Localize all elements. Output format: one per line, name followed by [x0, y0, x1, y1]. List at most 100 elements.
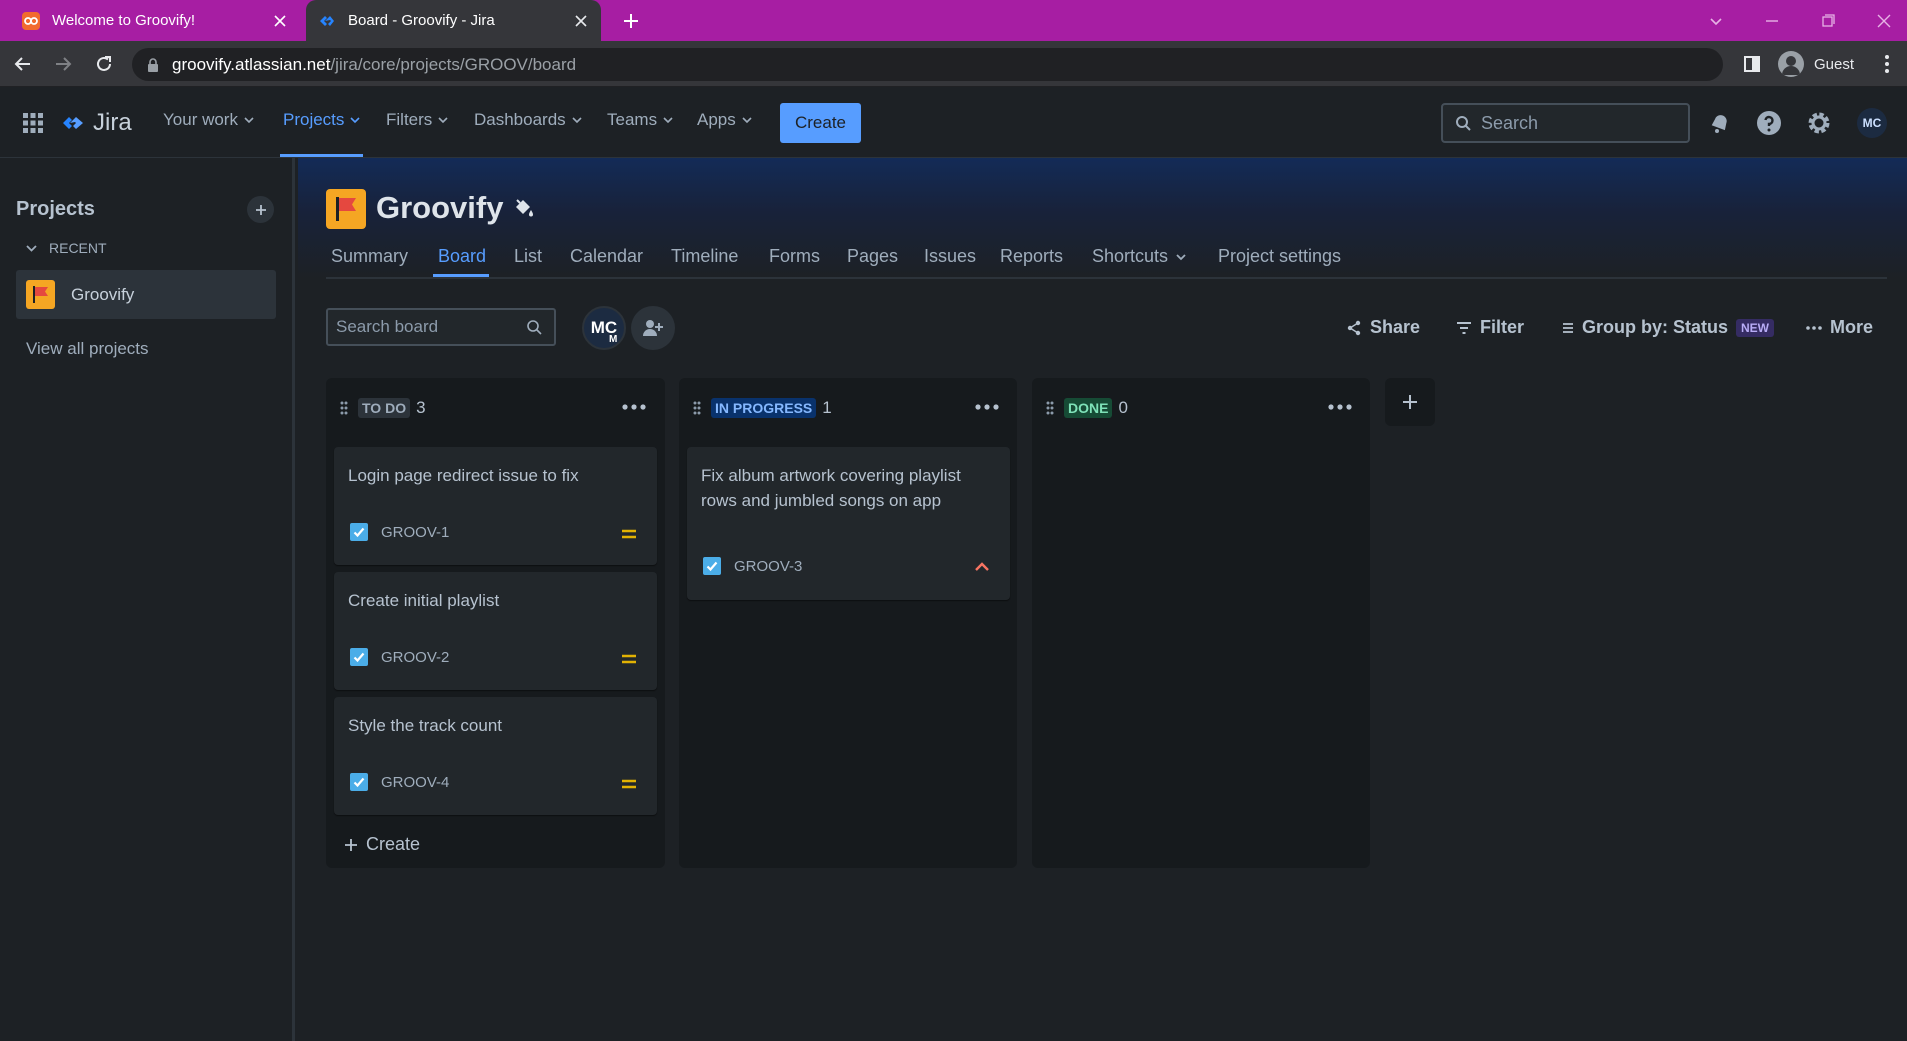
tab-board[interactable]: Board — [438, 246, 486, 267]
tab-forms[interactable]: Forms — [769, 246, 820, 267]
project-flag-icon — [26, 280, 55, 309]
create-button[interactable]: Create — [780, 103, 861, 143]
sidebar-item-groovify[interactable]: Groovify — [16, 270, 276, 319]
jira-logo[interactable]: Jira — [61, 109, 132, 137]
tab-project-settings[interactable]: Project settings — [1218, 246, 1341, 267]
nav-apps[interactable]: Apps — [697, 110, 752, 130]
browser-tab-welcome[interactable]: Welcome to Groovify! — [10, 0, 300, 41]
nav-filters[interactable]: Filters — [386, 110, 448, 130]
drag-handle-icon[interactable] — [340, 401, 348, 415]
task-type-icon — [703, 557, 721, 575]
nav-dashboards[interactable]: Dashboards — [474, 110, 582, 130]
chevron-down-icon — [663, 117, 673, 124]
nav-projects[interactable]: Projects — [283, 110, 360, 130]
search-icon — [1456, 116, 1471, 131]
column-menu-icon[interactable] — [622, 404, 646, 410]
board-search-placeholder: Search board — [336, 317, 439, 336]
board-search-input[interactable]: Search board — [326, 308, 556, 346]
tab-summary[interactable]: Summary — [331, 246, 408, 267]
column-count: 1 — [822, 398, 832, 417]
filter-icon — [1457, 321, 1471, 334]
close-window-icon[interactable] — [1871, 8, 1897, 34]
column-header[interactable]: DONE 0 — [1046, 398, 1128, 418]
chevron-down-icon — [742, 117, 752, 124]
app-switcher-icon[interactable] — [22, 112, 44, 134]
filter-button[interactable]: Filter — [1456, 317, 1524, 338]
view-all-projects-link[interactable]: View all projects — [26, 339, 149, 359]
nav-label: Apps — [697, 110, 736, 129]
issue-card[interactable]: Create initial playlist GROOV-2 — [334, 572, 657, 690]
lock-icon[interactable] — [147, 57, 159, 72]
back-icon[interactable] — [10, 51, 36, 77]
plus-icon — [345, 838, 357, 851]
tab-title: Welcome to Groovify! — [52, 12, 196, 29]
restore-icon[interactable] — [1815, 8, 1841, 34]
chevron-down-icon — [26, 245, 37, 252]
help-icon[interactable] — [1755, 109, 1783, 137]
close-tab-icon[interactable] — [573, 13, 589, 29]
share-button[interactable]: Share — [1346, 317, 1420, 338]
user-avatar[interactable]: MC — [1857, 108, 1887, 138]
settings-gear-icon[interactable] — [1805, 109, 1833, 137]
more-button[interactable]: More — [1806, 317, 1873, 338]
paint-bucket-icon[interactable] — [512, 197, 534, 219]
task-type-icon — [350, 773, 368, 791]
forward-icon[interactable] — [50, 51, 76, 77]
add-people-button[interactable] — [631, 306, 675, 350]
column-count: 3 — [416, 398, 426, 417]
tab-calendar[interactable]: Calendar — [570, 246, 643, 267]
column-header[interactable]: IN PROGRESS 1 — [693, 398, 832, 418]
assignee-avatar[interactable]: MC — [582, 306, 626, 350]
nav-label: Dashboards — [474, 110, 566, 129]
column-menu-icon[interactable] — [975, 404, 999, 410]
tab-pages[interactable]: Pages — [847, 246, 898, 267]
nav-your-work[interactable]: Your work — [163, 110, 254, 130]
priority-medium-icon — [622, 779, 636, 789]
add-column-button[interactable] — [1385, 378, 1435, 426]
column-menu-icon[interactable] — [1328, 404, 1352, 410]
jira-logo-icon — [61, 111, 85, 135]
issue-title: Style the track count — [348, 716, 503, 735]
project-flag-icon — [326, 189, 366, 229]
tab-issues[interactable]: Issues — [924, 246, 976, 267]
tab-shortcuts[interactable]: Shortcuts — [1092, 246, 1186, 267]
minimize-icon[interactable] — [1759, 8, 1785, 34]
column-header[interactable]: TO DO 3 — [340, 398, 426, 418]
add-project-button[interactable] — [247, 196, 274, 223]
guest-avatar-icon — [1778, 51, 1804, 77]
browser-menu-icon[interactable] — [1884, 53, 1890, 75]
chevron-down-icon — [350, 117, 360, 124]
issue-key-text: GROOV-3 — [734, 557, 803, 575]
tab-list[interactable]: List — [514, 246, 542, 267]
drag-handle-icon[interactable] — [693, 401, 701, 415]
sidebar-recent-toggle[interactable]: RECENT — [26, 240, 107, 256]
tab-search-icon[interactable] — [1703, 8, 1729, 34]
tab-timeline[interactable]: Timeline — [671, 246, 738, 267]
column-status-lozenge: IN PROGRESS — [711, 398, 817, 418]
address-bar[interactable]: groovify.atlassian.net/jira/core/project… — [132, 48, 1723, 81]
chevron-down-icon — [1176, 253, 1186, 260]
search-placeholder: Search — [1481, 112, 1539, 133]
reload-icon[interactable] — [91, 51, 117, 77]
browser-profile-button[interactable]: Guest — [1778, 50, 1854, 78]
new-tab-icon[interactable] — [620, 10, 642, 32]
chevron-down-icon — [572, 117, 582, 124]
browser-tab-board[interactable]: Board - Groovify - Jira — [306, 0, 601, 41]
create-issue-button[interactable]: Create — [344, 834, 420, 855]
issue-card[interactable]: Login page redirect issue to fix GROOV-1 — [334, 447, 657, 565]
side-panel-icon[interactable] — [1742, 53, 1762, 75]
plus-icon — [1403, 395, 1417, 409]
issue-key: GROOV-4 — [350, 773, 449, 791]
drag-handle-icon[interactable] — [1046, 401, 1054, 415]
tab-reports[interactable]: Reports — [1000, 246, 1063, 267]
nav-teams[interactable]: Teams — [607, 110, 673, 130]
issue-key: GROOV-3 — [703, 557, 802, 575]
issue-card[interactable]: Style the track count GROOV-4 — [334, 697, 657, 815]
jira-search-input[interactable]: Search — [1441, 103, 1690, 143]
close-tab-icon[interactable] — [272, 13, 288, 29]
column-status-lozenge: TO DO — [358, 398, 411, 418]
notifications-icon[interactable] — [1706, 109, 1734, 137]
list-icon — [1563, 322, 1573, 333]
issue-card[interactable]: Fix album artwork covering playlist rows… — [687, 447, 1010, 600]
group-by-button[interactable]: Group by: Status NEW — [1562, 317, 1775, 338]
